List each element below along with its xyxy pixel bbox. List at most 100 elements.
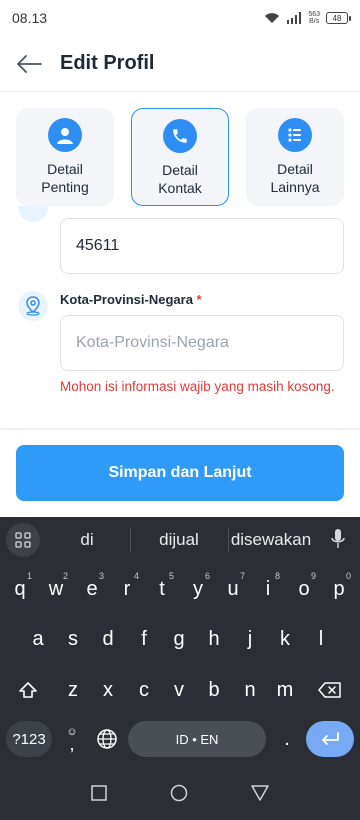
location-label: Kota-Provinsi-Negara * (60, 292, 202, 307)
signal-icon (287, 12, 302, 24)
back-triangle-icon[interactable] (250, 785, 269, 801)
key-hint: 3 (98, 571, 104, 581)
key-char: u (227, 577, 239, 600)
suggestion-bar: di dijual disewakan (0, 517, 360, 563)
page-title: Edit Profil (60, 52, 155, 74)
key-char: o (298, 577, 310, 600)
key-l[interactable]: l (304, 619, 338, 659)
tab-label-line: Penting (41, 179, 89, 195)
key-f[interactable]: f (127, 619, 161, 659)
network-speed-unit: B/s (309, 18, 320, 25)
key-t[interactable]: t5 (145, 569, 179, 609)
shift-key[interactable] (11, 670, 45, 710)
key-u[interactable]: u7 (216, 569, 250, 609)
symbols-key[interactable]: ?123 (6, 721, 52, 757)
key-n[interactable]: n (233, 670, 267, 710)
key-j[interactable]: j (233, 619, 267, 659)
suggestion-separator (228, 528, 229, 552)
key-hint: 9 (310, 571, 316, 581)
key-a[interactable]: a (21, 619, 55, 659)
suggestion-item[interactable]: dijual (134, 517, 224, 563)
microphone-icon[interactable] (330, 528, 346, 555)
key-p[interactable]: p0 (322, 569, 356, 609)
key-y[interactable]: y6 (181, 569, 215, 609)
location-input[interactable]: Kota-Provinsi-Negara (60, 315, 344, 371)
key-char: q (14, 577, 26, 600)
key-s[interactable]: s (56, 619, 90, 659)
status-bar: 08.13 563 B/s 48 (0, 0, 360, 36)
tab-label-line: Lainnya (270, 179, 320, 195)
network-speed-value: 563 (308, 11, 320, 18)
home-icon[interactable] (170, 784, 188, 802)
profile-tabs: Detail Penting Detail Kontak Detail Lain… (16, 108, 344, 206)
key-v[interactable]: v (162, 670, 196, 710)
tab-detail-penting[interactable]: Detail Penting (16, 108, 114, 206)
comma-key[interactable]: ☺ , (55, 719, 89, 759)
battery-icon: 48 (326, 12, 351, 24)
suggestion-item[interactable]: disewakan (230, 517, 312, 563)
key-h[interactable]: h (197, 619, 231, 659)
key-d[interactable]: d (91, 619, 125, 659)
key-char: r (123, 577, 131, 600)
globe-key[interactable] (90, 719, 124, 759)
key-hint: 6 (204, 571, 210, 581)
tab-label: Detail Lainnya (270, 160, 319, 196)
key-b[interactable]: b (197, 670, 231, 710)
key-hint: 5 (168, 571, 174, 581)
postal-code-icon (18, 206, 48, 222)
key-r[interactable]: r4 (110, 569, 144, 609)
key-e[interactable]: e3 (75, 569, 109, 609)
required-mark: * (196, 292, 202, 307)
grid-icon (15, 532, 31, 548)
tab-detail-kontak[interactable]: Detail Kontak (131, 108, 229, 206)
postal-code-value: 45611 (76, 237, 120, 254)
error-message: Mohon isi informasi wajib yang masih kos… (60, 379, 335, 394)
save-continue-button[interactable]: Simpan dan Lanjut (16, 445, 344, 501)
key-char: e (86, 577, 98, 600)
backspace-icon (318, 682, 341, 698)
space-key[interactable]: ID • EN (128, 721, 266, 757)
key-q[interactable]: q1 (3, 569, 37, 609)
tab-detail-lainnya[interactable]: Detail Lainnya (246, 108, 344, 206)
key-char: p (333, 577, 345, 600)
enter-key[interactable] (306, 721, 354, 757)
key-hint: 8 (274, 571, 280, 581)
phone-icon (163, 119, 197, 153)
key-char: , (69, 734, 75, 754)
arrow-left-icon (17, 54, 42, 73)
key-z[interactable]: z (56, 670, 90, 710)
tab-label: Detail Penting (41, 160, 88, 196)
period-key[interactable]: . (270, 719, 304, 759)
suggestion-separator (130, 528, 131, 552)
key-i[interactable]: i8 (251, 569, 285, 609)
key-o[interactable]: o9 (287, 569, 321, 609)
key-hint: 1 (26, 571, 32, 581)
soft-keyboard: di dijual disewakan q1 w2 e3 r4 t5 y6 u7… (0, 517, 360, 820)
key-char: w (48, 577, 64, 600)
battery-level: 48 (332, 13, 342, 23)
back-button[interactable] (14, 49, 44, 79)
divider (0, 428, 360, 430)
backspace-key[interactable] (313, 670, 347, 710)
key-k[interactable]: k (268, 619, 302, 659)
key-g[interactable]: g (162, 619, 196, 659)
key-x[interactable]: x (91, 670, 125, 710)
key-hint: 2 (62, 571, 68, 581)
system-navigation-bar (0, 766, 360, 820)
app-header: Edit Profil (0, 36, 360, 92)
suggestion-item[interactable]: di (50, 517, 124, 563)
keyboard-menu-button[interactable] (6, 523, 40, 557)
status-time: 08.13 (12, 10, 48, 26)
key-c[interactable]: c (127, 670, 161, 710)
status-icons: 563 B/s 48 (264, 11, 351, 25)
enter-icon (322, 732, 339, 745)
shift-icon (19, 682, 37, 698)
tab-label-line: Detail (47, 161, 83, 177)
recents-icon[interactable] (91, 785, 108, 801)
location-placeholder: Kota-Provinsi-Negara (76, 334, 229, 351)
key-m[interactable]: m (268, 670, 302, 710)
key-char: t (159, 577, 165, 600)
key-hint: 4 (133, 571, 139, 581)
postal-code-input[interactable]: 45611 (60, 218, 344, 274)
key-w[interactable]: w2 (39, 569, 73, 609)
